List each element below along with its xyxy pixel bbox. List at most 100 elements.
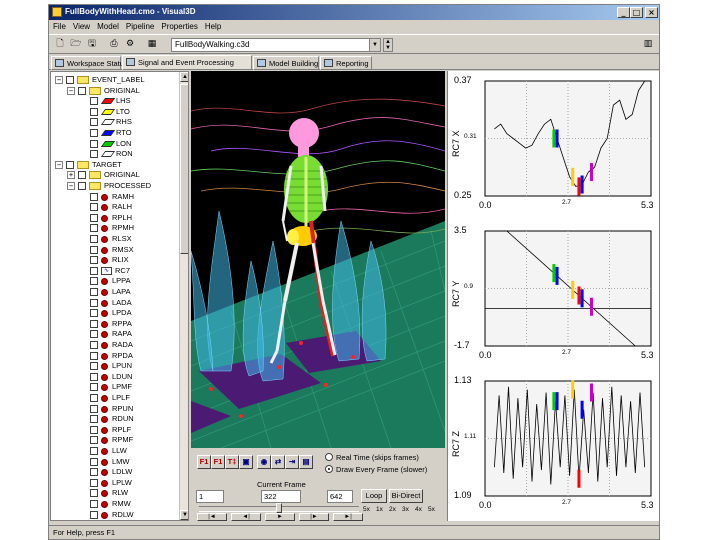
tree-item-target[interactable]: LPDA (51, 308, 177, 318)
checkbox[interactable] (90, 213, 98, 222)
tree-item-target[interactable]: LPUN (51, 361, 177, 371)
checkbox[interactable] (90, 478, 98, 487)
checkbox[interactable] (90, 288, 98, 296)
title-bar[interactable]: FullBodyWithHead.cmo - Visual3D _ □ × (49, 5, 659, 20)
frame-end-field[interactable]: 642 (327, 490, 353, 503)
tab-workspace-status[interactable]: Workspace Status (51, 56, 128, 70)
scroll-thumb[interactable] (180, 84, 188, 254)
checkbox[interactable] (90, 436, 98, 445)
checkbox[interactable] (90, 457, 98, 466)
scroll-down-icon[interactable]: ▼ (180, 510, 188, 520)
checkbox[interactable] (78, 182, 86, 190)
tab-signal-event-processing[interactable]: Signal and Event Processing (122, 55, 252, 70)
tree-item-event[interactable]: RHS (51, 117, 177, 127)
speed-option[interactable]: 3x (402, 506, 409, 513)
tree-item-target[interactable]: LLW (51, 446, 177, 456)
tree-node-event-original[interactable]: − ORIGINAL (51, 86, 177, 96)
minimize-icon[interactable]: _ (617, 7, 630, 18)
scroll-up-icon[interactable]: ▲ (180, 72, 188, 82)
checkbox[interactable] (90, 192, 98, 201)
tree-item-target[interactable]: RPPA (51, 319, 177, 329)
tree-node-target-original[interactable]: + ORIGINAL (51, 170, 177, 180)
checkbox[interactable] (78, 86, 86, 95)
tree-scrollbar[interactable]: ▲ ▼ (179, 72, 188, 520)
checkbox[interactable] (90, 468, 98, 477)
checkbox[interactable] (90, 203, 98, 212)
checkbox[interactable] (90, 97, 98, 106)
tree-item-target[interactable]: RMSX (51, 245, 177, 255)
tree-item-target[interactable]: RDLW (51, 510, 177, 520)
menu-help[interactable]: Help (201, 20, 224, 31)
transport-button[interactable]: ◄| (231, 513, 261, 521)
checkbox[interactable] (90, 129, 98, 137)
transport-button[interactable]: |► (299, 513, 329, 521)
menu-model[interactable]: Model (93, 20, 122, 31)
checkbox[interactable] (90, 351, 98, 360)
sync-icon[interactable]: ⇄ (271, 455, 285, 469)
file-spinner[interactable]: ▲ ▼ (383, 38, 393, 52)
checkbox[interactable] (90, 266, 98, 275)
tree-item-target[interactable]: LPLW (51, 478, 177, 488)
checkbox[interactable] (90, 319, 98, 328)
checkbox[interactable] (90, 362, 98, 371)
tree-item-event[interactable]: RTO (51, 128, 177, 138)
transport-button[interactable]: |◄ (197, 513, 227, 521)
expand-icon[interactable]: − (67, 182, 75, 190)
plot-3[interactable]: 1.13 1.11 1.09 0.0 2.7 5.3 RC7 Z (448, 371, 660, 521)
save-icon[interactable]: 🖫 (85, 38, 99, 51)
checkbox[interactable] (90, 394, 98, 402)
current-frame-field[interactable]: 322 (261, 490, 301, 503)
checkbox[interactable] (90, 489, 98, 498)
radio-draw-every-frame[interactable]: Draw Every Frame (slower) (325, 465, 427, 474)
camera-icon[interactable]: ▣ (239, 455, 253, 469)
checkbox[interactable] (90, 256, 98, 265)
record-icon[interactable]: ◉ (257, 455, 271, 469)
tree-item-target[interactable]: LPLF (51, 393, 177, 403)
checkbox[interactable] (90, 224, 98, 233)
tree-item-target[interactable]: RMW (51, 499, 177, 509)
grid-icon[interactable]: ▦ (145, 38, 159, 51)
radio-real-time[interactable]: Real Time (skips frames) (325, 453, 419, 462)
tree-item-target[interactable]: ∿ RC7 (51, 266, 177, 276)
checkbox[interactable] (90, 447, 98, 455)
checkbox[interactable] (90, 235, 98, 243)
checkbox[interactable] (90, 118, 98, 127)
export-icon[interactable]: ⇥ (285, 455, 299, 469)
transport-button[interactable]: ►| (333, 513, 363, 521)
menu-file[interactable]: File (49, 20, 69, 31)
tree-node-event-label[interactable]: − EVENT_LABEL (51, 75, 177, 85)
grid-view-icon[interactable]: ▥ (641, 38, 655, 51)
marker-toggle-button[interactable]: T‡ (225, 455, 239, 469)
f1-button[interactable]: F1 (197, 455, 211, 469)
file-select[interactable]: FullBodyWalking.c3d ▼ (171, 38, 381, 52)
tree-item-target[interactable]: RLW (51, 488, 177, 498)
checkbox[interactable] (90, 298, 98, 307)
checkbox[interactable] (90, 309, 98, 318)
checkbox[interactable] (90, 404, 98, 413)
frame-slider-thumb[interactable] (276, 503, 282, 513)
tree-item-target[interactable]: LDUN (51, 372, 177, 382)
tree-item-target[interactable]: RPMH (51, 223, 177, 233)
expand-icon[interactable]: − (55, 76, 63, 84)
checkbox[interactable] (90, 500, 98, 508)
checkbox[interactable] (90, 330, 98, 339)
tab-reporting[interactable]: Reporting (320, 56, 372, 70)
tree-item-target[interactable]: RLIX (51, 255, 177, 265)
print-icon[interactable]: ⎙ (107, 38, 121, 51)
menu-pipeline[interactable]: Pipeline (122, 20, 157, 31)
speed-option[interactable]: 5x (363, 506, 370, 513)
tree-item-target[interactable]: LADA (51, 298, 177, 308)
tree-item-target[interactable]: LPMF (51, 382, 177, 392)
expand-icon[interactable]: + (67, 171, 75, 180)
plot-2[interactable]: 3.5 0.9 -1.7 0.0 2.7 5.3 RC7 Y (448, 221, 660, 371)
loop-button[interactable]: Loop (361, 489, 387, 503)
tree-item-target[interactable]: RALH (51, 202, 177, 212)
new-file-icon[interactable]: 🗋 (53, 38, 67, 51)
checkbox[interactable] (90, 341, 98, 349)
data-tree[interactable]: ▲ ▼ − EVENT_LABEL − ORIGINAL LHS LTO RHS RTO LON… (50, 71, 189, 521)
tree-node-target-processed[interactable]: − PROCESSED (51, 181, 177, 191)
checkbox[interactable] (90, 372, 98, 381)
menu-view[interactable]: View (69, 20, 93, 31)
tree-item-event[interactable]: LHS (51, 96, 177, 106)
tree-item-target[interactable]: LDLW (51, 467, 177, 477)
